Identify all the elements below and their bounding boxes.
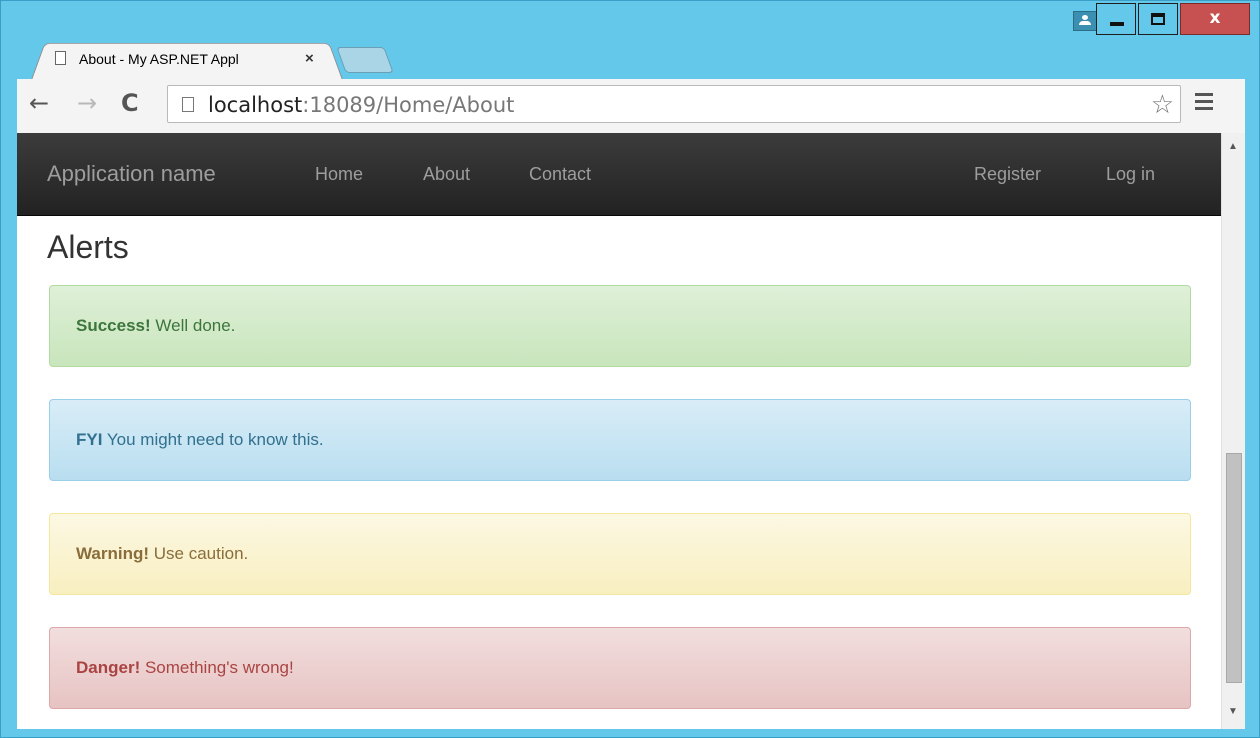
maximize-icon xyxy=(1151,13,1165,25)
url-text[interactable]: localhost:18089/Home/About xyxy=(208,93,514,117)
page-viewport: Application name Home About Contact Regi… xyxy=(17,133,1221,729)
close-icon: x xyxy=(1209,8,1221,28)
alert-text: Something's wrong! xyxy=(140,658,294,677)
forward-arrow-icon[interactable]: → xyxy=(77,91,97,115)
address-bar[interactable]: localhost:18089/Home/About ☆ xyxy=(167,85,1181,123)
nav-link-about[interactable]: About xyxy=(423,164,470,185)
alert-strong: Warning! xyxy=(76,544,150,563)
alert-strong: Danger! xyxy=(76,658,141,677)
browser-tab[interactable]: About - My ASP.NET Appl × xyxy=(31,39,343,80)
page-icon xyxy=(55,51,66,65)
maximize-button[interactable] xyxy=(1138,3,1178,35)
alert-success: Success! Well done. xyxy=(49,285,1191,367)
site-navbar: Application name Home About Contact Regi… xyxy=(17,133,1221,216)
nav-link-register[interactable]: Register xyxy=(974,164,1041,185)
minimize-button[interactable] xyxy=(1096,3,1136,35)
alert-strong: FYI xyxy=(76,430,103,449)
browser-toolbar: ← → C localhost:18089/Home/About ☆ xyxy=(17,79,1245,134)
nav-link-contact[interactable]: Contact xyxy=(529,164,591,185)
alert-text: You might need to know this. xyxy=(102,430,324,449)
menu-icon[interactable] xyxy=(1195,93,1213,113)
tab-title: About - My ASP.NET Appl xyxy=(79,51,299,67)
brand-link[interactable]: Application name xyxy=(47,161,216,187)
close-window-button[interactable]: x xyxy=(1180,3,1250,35)
minimize-icon xyxy=(1110,22,1124,26)
nav-link-home[interactable]: Home xyxy=(315,164,363,185)
alert-danger: Danger! Something's wrong! xyxy=(49,627,1191,709)
user-icon[interactable] xyxy=(1073,11,1097,31)
new-tab-button[interactable] xyxy=(336,47,394,73)
reload-icon[interactable]: C xyxy=(121,91,139,115)
alert-info: FYI You might need to know this. xyxy=(49,399,1191,481)
alert-warning: Warning! Use caution. xyxy=(49,513,1191,595)
tab-close-icon[interactable]: × xyxy=(305,50,314,67)
alert-strong: Success! xyxy=(76,316,151,335)
page-title: Alerts xyxy=(47,229,129,265)
alert-text: Use caution. xyxy=(149,544,249,563)
bookmark-star-icon[interactable]: ☆ xyxy=(1151,90,1174,120)
scroll-up-icon[interactable]: ▲ xyxy=(1228,141,1238,152)
browser-window: x About - My ASP.NET Appl × ← → C localh… xyxy=(0,0,1260,738)
page-icon xyxy=(182,97,194,112)
alert-text: Well done. xyxy=(150,316,236,335)
scrollbar-thumb[interactable] xyxy=(1226,453,1242,683)
scroll-down-icon[interactable]: ▼ xyxy=(1228,706,1238,717)
nav-link-login[interactable]: Log in xyxy=(1106,164,1155,185)
back-arrow-icon[interactable]: ← xyxy=(29,91,49,115)
vertical-scrollbar[interactable]: ▲ ▼ xyxy=(1221,133,1245,729)
